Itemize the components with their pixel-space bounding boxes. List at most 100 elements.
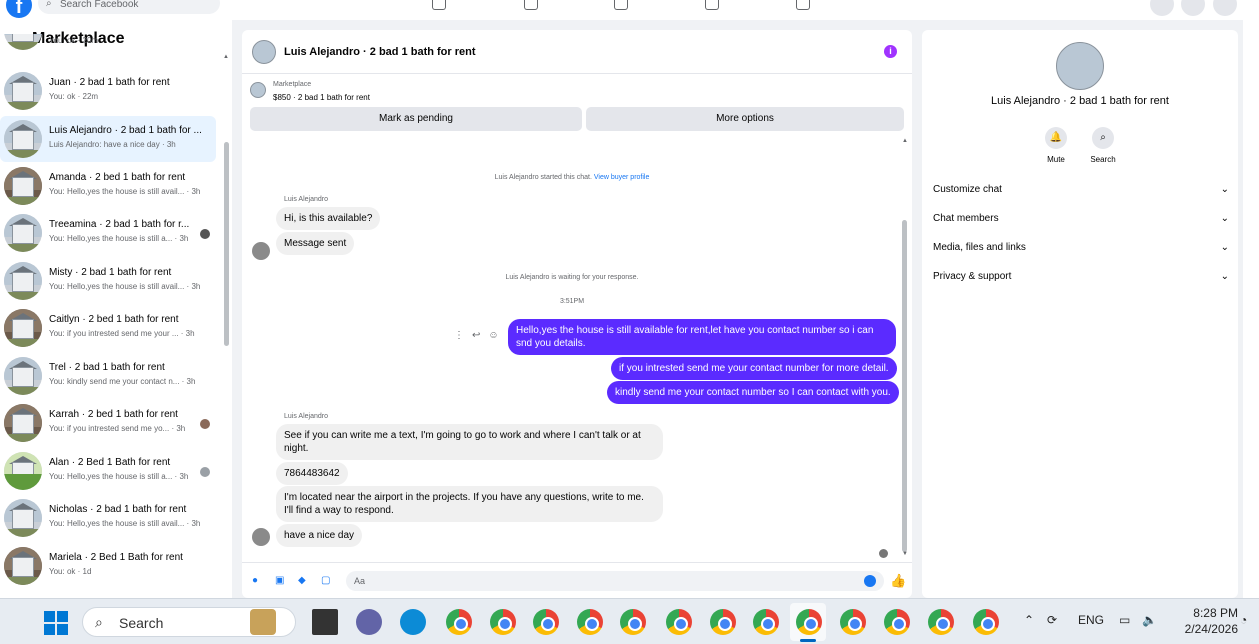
- network-icon[interactable]: ▭: [1119, 613, 1130, 627]
- notification-center-icon[interactable]: ◔: [1240, 613, 1247, 627]
- chat-avatar[interactable]: [252, 40, 276, 64]
- message-input[interactable]: Aa: [346, 571, 884, 591]
- scroll-up-arrow-icon[interactable]: ▲: [223, 54, 229, 60]
- conversation-item-juan[interactable]: Juan · 2 bad 1 bath for rent You: ok · 2…: [0, 68, 216, 114]
- message-incoming[interactable]: See if you can write me a text, I'm goin…: [276, 424, 663, 460]
- like-icon[interactable]: 👍: [890, 573, 906, 589]
- sync-icon[interactable]: ⟳: [1047, 613, 1057, 627]
- chrome-icon[interactable]: [884, 609, 910, 635]
- edge-icon[interactable]: [400, 609, 426, 635]
- chrome-icon[interactable]: [973, 609, 999, 635]
- message-incoming[interactable]: Message sent: [276, 232, 355, 255]
- gaming-icon[interactable]: [796, 0, 810, 10]
- chrome-icon[interactable]: [753, 609, 779, 635]
- chat-title[interactable]: Luis Alejandro · 2 bad 1 bath for rent: [284, 46, 476, 58]
- conversation-item-amanda[interactable]: Amanda · 2 bed 1 bath for rent You: Hell…: [0, 163, 216, 209]
- reply-icon[interactable]: ↩: [472, 330, 488, 341]
- menu-grid-icon[interactable]: [1150, 0, 1174, 16]
- chrome-icon[interactable]: [928, 609, 954, 635]
- conversation-item-caitlyn[interactable]: Caitlyn · 2 bed 1 bath for rent You: if …: [0, 305, 216, 351]
- contact-avatar[interactable]: [1056, 42, 1104, 90]
- privacy-support-section[interactable]: Privacy & support ⌄: [933, 271, 1229, 289]
- chrome-icon[interactable]: [490, 609, 516, 635]
- more-actions-icon[interactable]: ⋮: [454, 330, 472, 341]
- conversation-name: Misty · 2 bad 1 bath for rent: [49, 267, 172, 278]
- conversation-name: Karrah · 2 bed 1 bath for rent: [49, 409, 178, 420]
- conversation-item-nicholas[interactable]: Nicholas · 2 bad 1 bath for rent You: He…: [0, 495, 216, 541]
- volume-icon[interactable]: 🔈: [1142, 613, 1157, 627]
- message-outgoing[interactable]: if you intrested send me your contact nu…: [611, 357, 897, 380]
- chrome-icon[interactable]: [840, 609, 866, 635]
- facebook-logo-icon[interactable]: f: [6, 0, 32, 18]
- chrome-icon[interactable]: [796, 609, 822, 635]
- widgets-icon[interactable]: [250, 609, 276, 635]
- scroll-up-arrow-icon[interactable]: ▲: [902, 138, 908, 144]
- react-icon[interactable]: ☺: [488, 330, 506, 341]
- watch-icon[interactable]: [614, 0, 628, 10]
- message-incoming[interactable]: have a nice day: [276, 524, 363, 547]
- task-view-icon[interactable]: [312, 609, 338, 635]
- sender-avatar[interactable]: [252, 528, 270, 546]
- view-buyer-profile-link[interactable]: View buyer profile: [594, 174, 650, 181]
- conversation-item-alan[interactable]: Alan · 2 Bed 1 Bath for rent You: Hello,…: [0, 448, 216, 494]
- search-button[interactable]: ⌕ Search: [1083, 127, 1123, 164]
- conversation-item-karrah[interactable]: Karrah · 2 bed 1 bath for rent You: if y…: [0, 400, 216, 446]
- mute-button[interactable]: 🔔 Mute: [1036, 127, 1076, 164]
- conversation-avatar: [4, 452, 42, 490]
- listing-thumbnail[interactable]: [250, 82, 266, 98]
- chat-members-section[interactable]: Chat members ⌄: [933, 213, 1229, 231]
- info-icon[interactable]: i: [884, 45, 897, 58]
- chrome-icon[interactable]: [666, 609, 692, 635]
- mark-as-pending-button[interactable]: Mark as pending: [250, 107, 582, 131]
- conversation-item-trel[interactable]: Trel · 2 bad 1 bath for rent You: kindly…: [0, 353, 216, 399]
- facebook-search-input[interactable]: ⌕ Search Facebook: [38, 0, 220, 14]
- conversation-item-partial[interactable]: You: ok · 20m: [0, 34, 216, 56]
- message-incoming[interactable]: Hi, is this available?: [276, 207, 381, 230]
- gif-icon[interactable]: ▢: [321, 576, 331, 586]
- message-incoming[interactable]: 7864483642: [276, 462, 348, 485]
- conversation-name: Trel · 2 bad 1 bath for rent: [49, 362, 165, 373]
- teams-icon[interactable]: [356, 609, 382, 635]
- microphone-icon[interactable]: ●: [252, 576, 262, 586]
- section-label: Privacy & support: [933, 271, 1012, 282]
- seen-avatar: [879, 549, 888, 558]
- marketplace-icon[interactable]: [705, 0, 719, 10]
- conversation-details-panel: Luis Alejandro · 2 bad 1 bath for rent 🔔…: [922, 30, 1238, 598]
- media-files-links-section[interactable]: Media, files and links ⌄: [933, 242, 1229, 260]
- notifications-icon[interactable]: [1181, 0, 1205, 16]
- language-indicator[interactable]: ENG: [1078, 613, 1104, 627]
- message-outgoing[interactable]: Hello,yes the house is still available f…: [508, 319, 896, 355]
- sticker-icon[interactable]: ◆: [298, 576, 308, 586]
- chrome-icon[interactable]: [577, 609, 603, 635]
- scroll-down-arrow-icon[interactable]: ▼: [902, 551, 908, 557]
- chat-panel: Luis Alejandro · 2 bad 1 bath for rent i…: [242, 30, 912, 598]
- photo-icon[interactable]: ▣: [275, 576, 285, 586]
- conversation-item-mariela[interactable]: Mariela · 2 Bed 1 Bath for rent You: ok …: [0, 543, 216, 589]
- conversation-name: Treeamina · 2 bad 1 bath for r...: [49, 219, 190, 230]
- conversation-avatar: [4, 120, 42, 158]
- message-incoming[interactable]: I'm located near the airport in the proj…: [276, 486, 663, 522]
- conversation-item-treeamina[interactable]: Treeamina · 2 bad 1 bath for r... You: H…: [0, 210, 216, 256]
- system-clock[interactable]: 8:28 PM 2/24/2026: [1168, 605, 1238, 637]
- listing-banner: Marketplace $850 · 2 bad 1 bath for rent…: [242, 74, 912, 136]
- message-outgoing[interactable]: kindly send me your contact number so I …: [607, 381, 899, 404]
- profile-avatar[interactable]: [1213, 0, 1237, 16]
- chrome-icon[interactable]: [710, 609, 736, 635]
- customize-chat-section[interactable]: Customize chat ⌄: [933, 184, 1229, 202]
- seen-avatar: [200, 419, 210, 429]
- conversation-item-luis-alejandro[interactable]: Luis Alejandro · 2 bad 1 bath for ... Lu…: [0, 116, 216, 162]
- chevron-up-icon[interactable]: ⌃: [1024, 613, 1034, 627]
- sender-avatar[interactable]: [252, 242, 270, 260]
- chrome-icon[interactable]: [620, 609, 646, 635]
- page-scrollbar[interactable]: [1243, 20, 1259, 598]
- chrome-icon[interactable]: [533, 609, 559, 635]
- home-icon[interactable]: [432, 0, 446, 10]
- more-options-button[interactable]: More options: [586, 107, 904, 131]
- emoji-icon[interactable]: [864, 575, 876, 587]
- friends-icon[interactable]: [524, 0, 538, 10]
- sidebar-scrollbar[interactable]: [224, 142, 229, 346]
- chrome-icon[interactable]: [446, 609, 472, 635]
- chat-scrollbar[interactable]: [902, 220, 907, 552]
- windows-start-icon[interactable]: [44, 611, 68, 635]
- conversation-item-misty[interactable]: Misty · 2 bad 1 bath for rent You: Hello…: [0, 258, 216, 304]
